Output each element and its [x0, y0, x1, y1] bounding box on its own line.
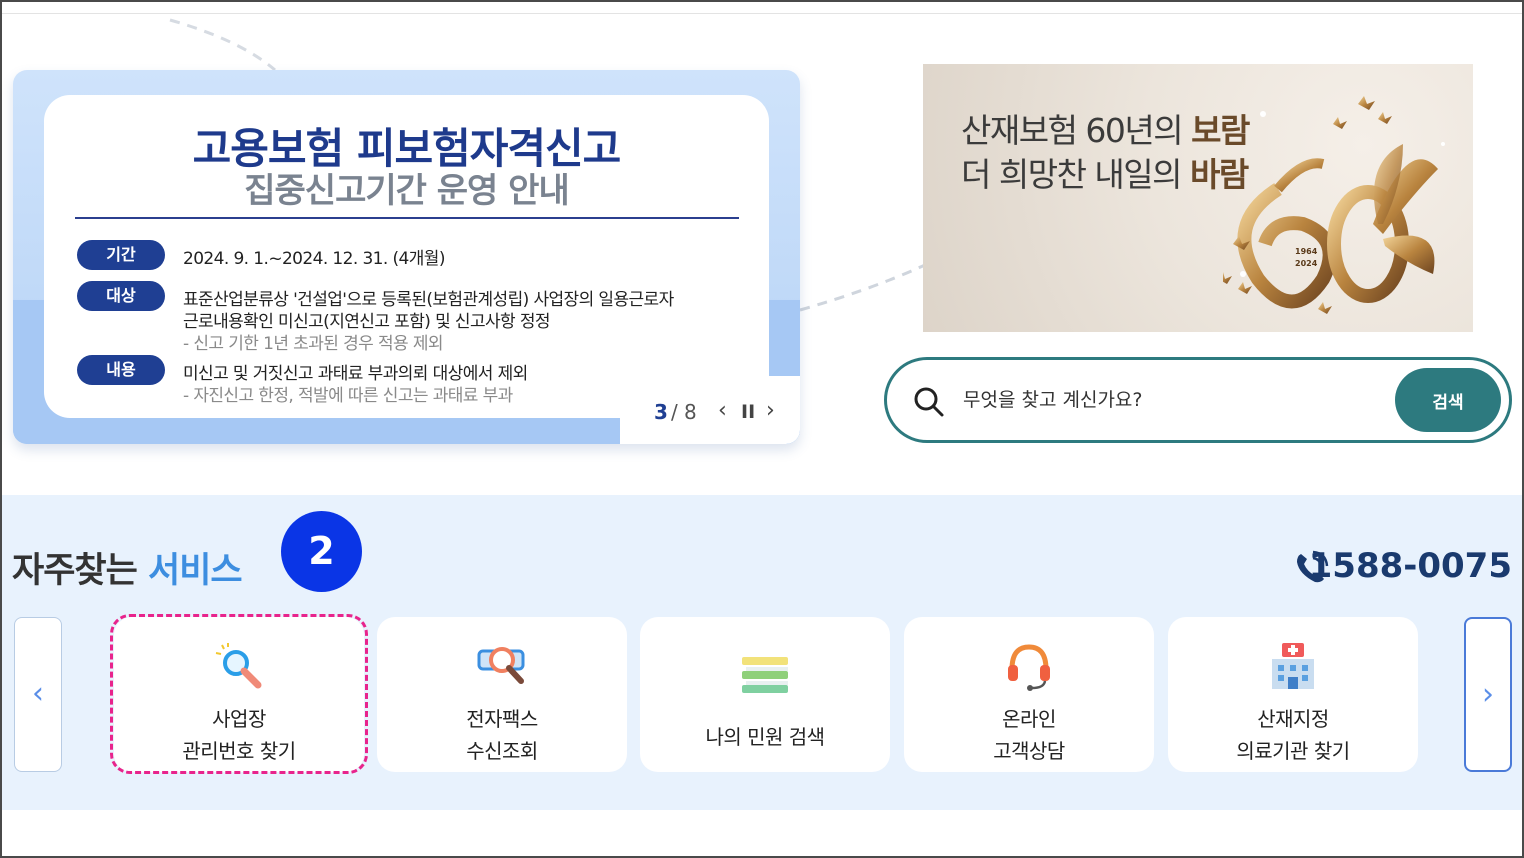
headset-icon: [1008, 644, 1050, 691]
service-card-label-2: 의료기관 찾기: [1236, 739, 1350, 763]
banner-pager: 3 / 8 ‹ II ›: [620, 376, 800, 444]
anniversary-line-1: 산재보험 60년의 보람: [961, 104, 1250, 152]
services-prev-button[interactable]: ‹: [14, 617, 62, 772]
fax-search-icon: [477, 647, 525, 684]
period-label: 기간: [77, 240, 165, 270]
service-card-label-1: 사업장: [212, 707, 266, 731]
services-title-accent: 서비스: [148, 551, 243, 591]
books-icon: [742, 657, 788, 693]
service-card-label-2: 고객상담: [993, 739, 1065, 763]
chevron-left-icon: ‹: [32, 676, 44, 711]
content-label: 내용: [77, 355, 165, 385]
search-input[interactable]: [963, 380, 1383, 420]
phone-number[interactable]: 1588-0075: [1309, 546, 1512, 586]
service-card-medical-institution[interactable]: 산재지정 의료기관 찾기: [1168, 617, 1418, 772]
year-end: 2024: [1295, 259, 1318, 268]
service-card-label-2: 수신조회: [466, 739, 538, 763]
search-bar: 검색: [884, 357, 1512, 443]
anniversary-line-2: 더 희망찬 내일의 바람: [961, 148, 1249, 196]
service-card-my-complaints[interactable]: 나의 민원 검색: [640, 617, 890, 772]
year-start: 1964: [1295, 247, 1318, 256]
services-title: 자주찾는 서비스: [12, 542, 243, 593]
anniversary-banner[interactable]: 산재보험 60년의 보람 더 희망찬 내일의 바람 1964 2024: [923, 64, 1473, 332]
notice-divider: [75, 217, 739, 219]
target-label: 대상: [77, 281, 165, 311]
content-note: - 자진신고 한정, 적발에 따른 신고는 과태료 부과: [183, 386, 513, 406]
target-note: - 신고 기한 1년 초과된 경우 적용 제외: [183, 334, 444, 354]
service-card-label-1: 산재지정: [1257, 707, 1329, 731]
sixty-emblem-icon: 1964 2024: [1223, 96, 1445, 314]
pager-next-button[interactable]: ›: [766, 398, 775, 423]
notice-subtitle: 집중신고기간 운영 안내: [244, 171, 569, 211]
services-next-button[interactable]: ›: [1464, 617, 1512, 772]
service-card-label-1: 온라인: [1002, 707, 1056, 731]
anniversary-line-1-text: 산재보험 60년의: [961, 111, 1192, 150]
anniversary-line-2-text: 더 희망찬 내일의: [961, 155, 1190, 194]
header-divider: [2, 13, 1522, 14]
magnifier-icon: [215, 643, 262, 689]
service-card-online-consult[interactable]: 온라인 고객상담: [904, 617, 1154, 772]
pager-current: 3: [654, 400, 668, 424]
step-badge: 2: [281, 511, 362, 592]
search-icon: [914, 387, 944, 417]
pager-pause-button[interactable]: II: [741, 401, 755, 423]
period-text: 2024. 9. 1.~2024. 12. 31. (4개월): [183, 249, 445, 269]
service-card-label-1: 전자팩스: [466, 707, 538, 731]
service-card-business-number[interactable]: 사업장 관리번호 찾기: [114, 617, 364, 772]
chevron-right-icon: ›: [1482, 677, 1494, 712]
pager-separator: /: [671, 400, 678, 424]
service-card-label-2: 관리번호 찾기: [182, 739, 296, 763]
service-card-label: 나의 민원 검색: [705, 725, 825, 749]
service-card-efax[interactable]: 전자팩스 수신조회: [377, 617, 627, 772]
services-title-text: 자주찾는: [12, 551, 148, 591]
pager-prev-button[interactable]: ‹: [718, 398, 727, 423]
pager-total: 8: [684, 400, 697, 424]
notice-card: 고용보험 피보험자격신고 집중신고기간 운영 안내 기간 2024. 9. 1.…: [44, 95, 769, 418]
hospital-icon: [1272, 643, 1314, 689]
search-button[interactable]: 검색: [1395, 368, 1501, 432]
notice-banner[interactable]: 고용보험 피보험자격신고 집중신고기간 운영 안내 기간 2024. 9. 1.…: [13, 70, 800, 444]
